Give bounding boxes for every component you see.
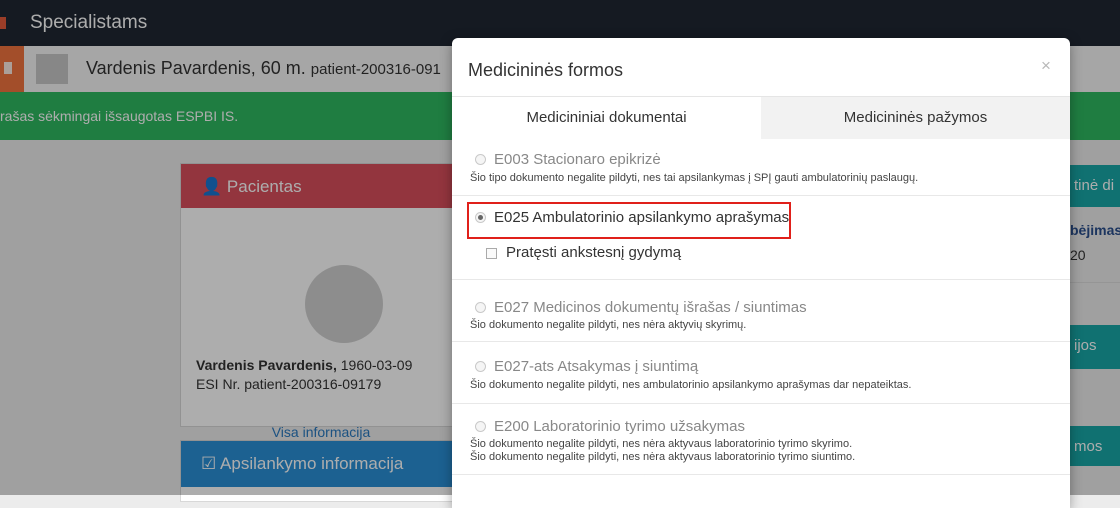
option-description: Šio dokumento negalite pildyti, nes ambu… bbox=[470, 379, 912, 391]
radio-e200[interactable] bbox=[475, 421, 486, 432]
option-description: Šio tipo dokumento negalite pildyti, nes… bbox=[470, 172, 919, 184]
option-description: Šio dokumento negalite pildyti, nes nėra… bbox=[470, 319, 747, 331]
option-label: E027-ats Atsakymas į siuntimą bbox=[494, 358, 699, 375]
option-e027-ats[interactable]: E027-ats Atsakymas į siuntimą Šio dokume… bbox=[452, 342, 1070, 404]
selected-option-highlight bbox=[467, 202, 791, 239]
option-e200[interactable]: E200 Laboratorinio tyrimo užsakymas Šio … bbox=[452, 404, 1070, 475]
radio-e003[interactable] bbox=[475, 154, 486, 165]
medical-forms-modal: Medicininės formos × Medicininiai dokume… bbox=[452, 38, 1070, 508]
modal-tabs: Medicininiai dokumentai Medicininės pažy… bbox=[452, 97, 1070, 139]
option-label: E027 Medicinos dokumentų išrašas / siunt… bbox=[494, 299, 807, 316]
option-divider bbox=[452, 474, 1070, 475]
tab-medical-documents[interactable]: Medicininiai dokumentai bbox=[452, 97, 761, 139]
radio-e027-ats[interactable] bbox=[475, 361, 486, 372]
close-icon[interactable]: × bbox=[1041, 56, 1051, 76]
modal-title: Medicininės formos bbox=[468, 60, 624, 80]
tab-medical-certificates[interactable]: Medicininės pažymos bbox=[761, 97, 1070, 139]
radio-e027[interactable] bbox=[475, 302, 486, 313]
option-label: E003 Stacionaro epikrizė bbox=[494, 151, 661, 168]
option-e003[interactable]: E003 Stacionaro epikrizė Šio tipo dokume… bbox=[452, 139, 1070, 196]
option-description-2: Šio dokumento negalite pildyti, nes nėra… bbox=[470, 451, 856, 463]
option-label: E200 Laboratorinio tyrimo užsakymas bbox=[494, 418, 745, 435]
option-e027[interactable]: E027 Medicinos dokumentų išrašas / siunt… bbox=[452, 280, 1070, 342]
option-description: Šio dokumento negalite pildyti, nes nėra… bbox=[470, 438, 853, 450]
prolong-treatment-checkbox[interactable] bbox=[486, 248, 497, 259]
checkbox-label[interactable]: Pratęsti ankstesnį gydymą bbox=[506, 244, 681, 261]
